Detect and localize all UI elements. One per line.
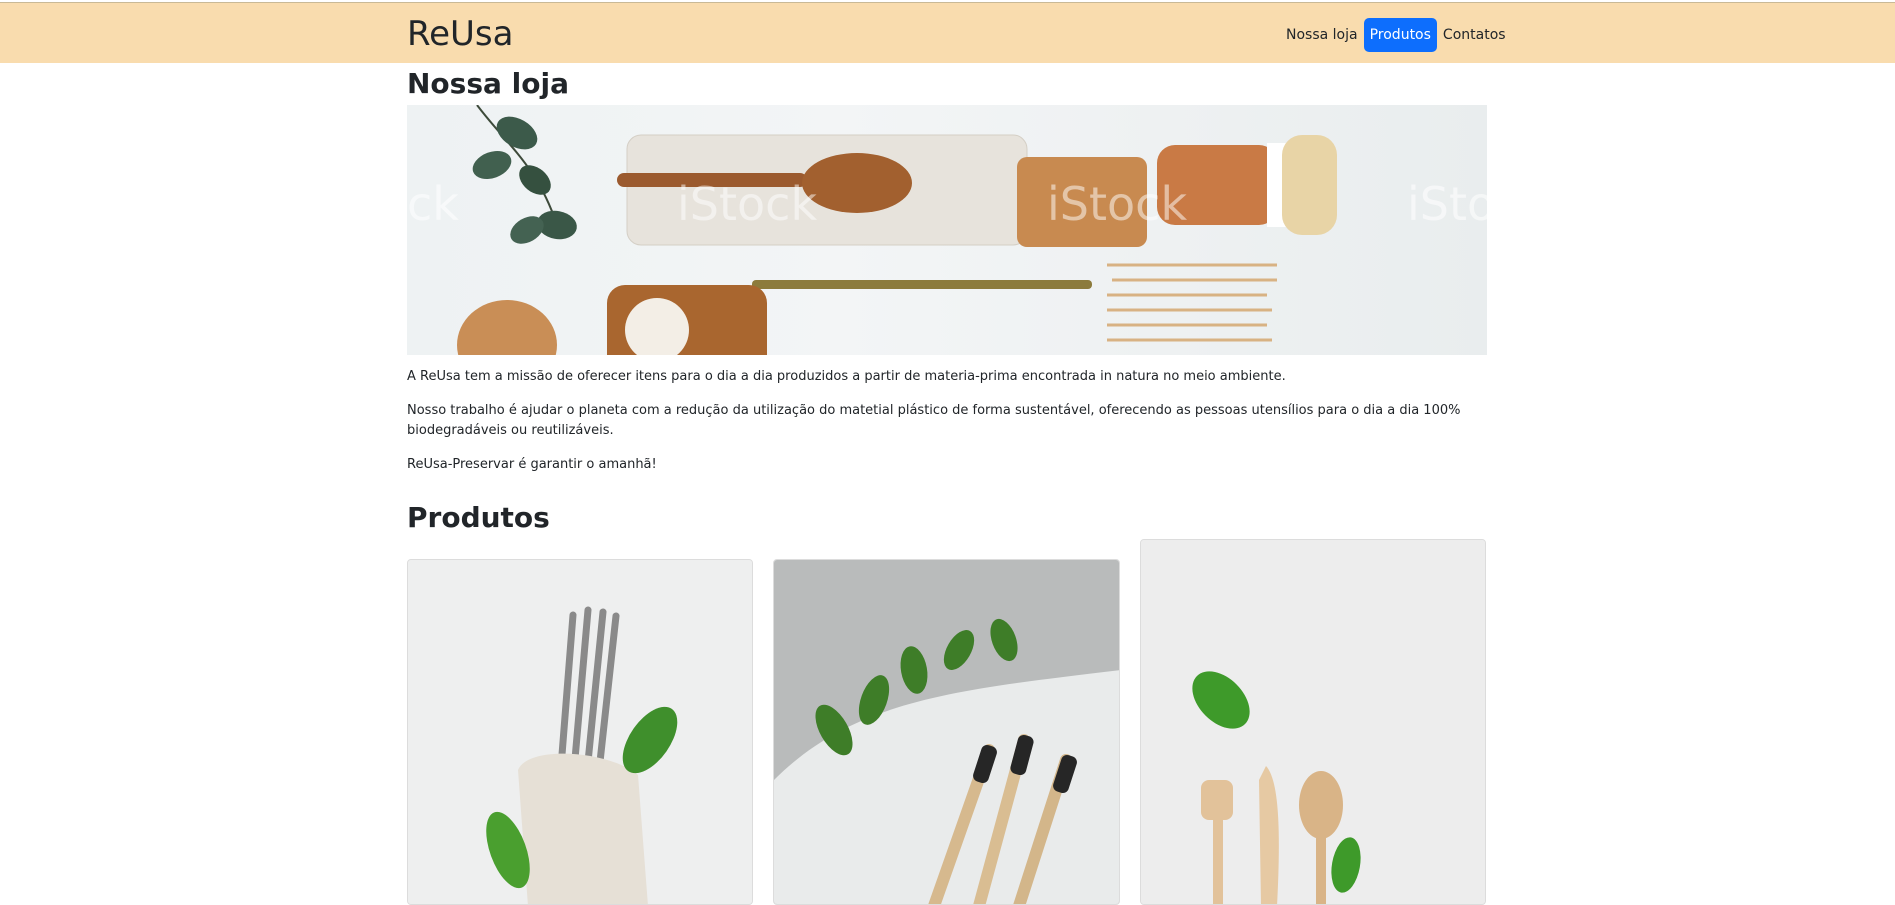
watermark: iStock — [677, 177, 817, 231]
navbar: ReUsa Nossa loja Produtos Contatos — [0, 2, 1895, 63]
linen-bag — [518, 753, 648, 904]
nav-link-nossa-loja[interactable]: Nossa loja — [1280, 18, 1364, 52]
brand-logo[interactable]: ReUsa — [407, 13, 513, 55]
watermark: iSto — [1407, 177, 1487, 231]
section-title-nossa-loja: Nossa loja — [407, 67, 569, 100]
product-image — [1141, 540, 1485, 904]
bath-brush — [457, 300, 557, 355]
nav-link-contatos[interactable]: Contatos — [1437, 18, 1512, 52]
about-paragraph-2: Nosso trabalho é ajudar o planeta com a … — [407, 403, 1461, 438]
about-paragraph-1: A ReUsa tem a missão de oferecer itens p… — [407, 369, 1286, 384]
watermark: iStock — [1047, 177, 1187, 231]
product-card-wooden-cutlery[interactable] — [1140, 539, 1486, 905]
hero-image-eco-utensils: ck iStock iStock iSto — [407, 105, 1487, 355]
about-paragraph-3: ReUsa-Preservar é garantir o amanhã! — [407, 457, 657, 472]
bamboo-straw — [752, 280, 1092, 289]
hero-illustration: ck iStock iStock iSto — [407, 105, 1487, 355]
nav-link-produtos[interactable]: Produtos — [1363, 18, 1437, 52]
soap-dish — [607, 285, 767, 355]
product-image — [408, 560, 752, 904]
section-title-produtos: Produtos — [407, 501, 550, 534]
watermark: ck — [407, 177, 459, 231]
product-card-bamboo-toothbrushes[interactable] — [773, 559, 1120, 905]
eucalyptus-leaves — [472, 105, 577, 244]
nav-menu: Nossa loja Produtos Contatos — [1280, 18, 1512, 52]
product-card-metal-straws[interactable] — [407, 559, 753, 905]
cotton-buds — [1107, 263, 1277, 342]
product-image — [774, 560, 1119, 904]
